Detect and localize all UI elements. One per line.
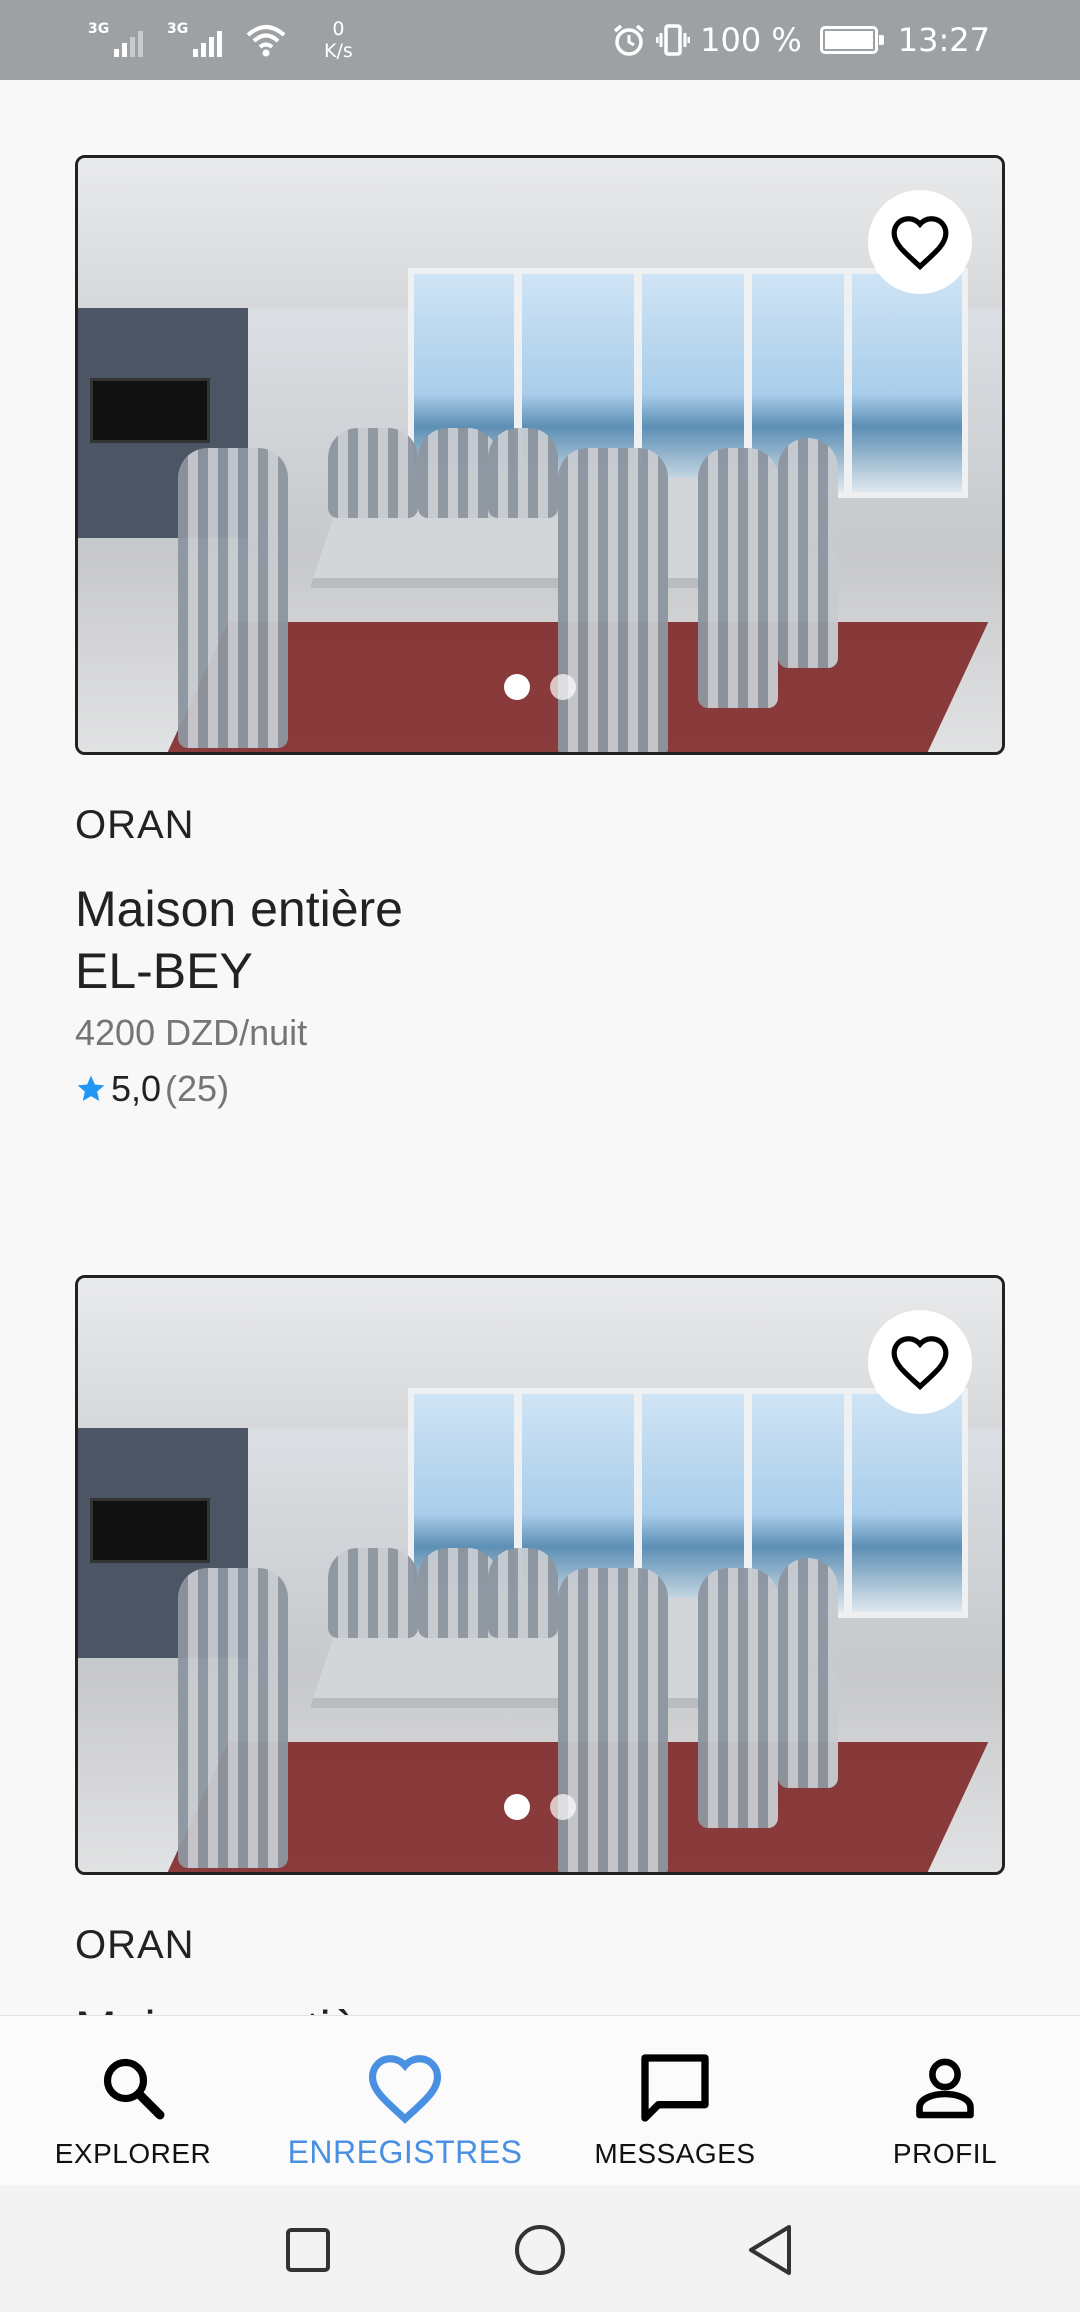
- person-icon: [916, 2058, 974, 2119]
- network-type-1: 3G: [88, 21, 110, 37]
- heart-icon: [368, 2055, 442, 2124]
- listing-photo[interactable]: [75, 1275, 1005, 1875]
- photo-pager: [78, 1794, 1002, 1820]
- pager-dot[interactable]: [550, 1794, 576, 1820]
- photo-pager: [78, 674, 1002, 700]
- listing-title[interactable]: Maison entière EL-BEY: [75, 878, 1005, 1002]
- status-bar: 3G 3G 0 K/s 100 % 13:27: [0, 0, 1080, 80]
- bottom-navigation: EXPLORER ENREGISTRES MESSAGES PROFIL: [0, 2015, 1080, 2185]
- heart-icon: [891, 216, 949, 271]
- recent-apps-button[interactable]: [273, 2215, 343, 2285]
- back-button[interactable]: [735, 2215, 805, 2285]
- wifi-icon: [246, 25, 286, 57]
- heart-icon: [891, 1336, 949, 1391]
- triangle-back-icon: [749, 2225, 791, 2275]
- nav-profil-label: PROFIL: [892, 2138, 998, 2169]
- star-icon: [77, 1075, 105, 1101]
- favorite-button[interactable]: [868, 1310, 972, 1414]
- network-type-2: 3G: [167, 21, 189, 37]
- pager-dot-active[interactable]: [504, 1794, 530, 1820]
- signal-2-icon: 3G: [167, 21, 222, 57]
- rating-value: 5,0: [111, 1068, 162, 1109]
- vibrate-icon: [656, 24, 691, 56]
- listing-photo[interactable]: [75, 155, 1005, 755]
- nav-profil[interactable]: PROFIL: [845, 2016, 1045, 2186]
- favorite-button[interactable]: [868, 190, 972, 294]
- listing-card[interactable]: ORAN Maison entière: [75, 1275, 1005, 2060]
- speed-value: 0: [332, 18, 345, 40]
- listing-city: ORAN: [75, 1923, 195, 1967]
- clock: 13:27: [897, 21, 990, 59]
- speed-unit: K/s: [324, 40, 353, 62]
- pager-dot-active[interactable]: [504, 674, 530, 700]
- nav-explorer[interactable]: EXPLORER: [33, 2016, 233, 2186]
- nav-enregistres[interactable]: ENREGISTRES: [288, 2016, 522, 2186]
- search-icon: [103, 2058, 165, 2120]
- listing-price: 4200 DZD/nuit: [75, 1012, 308, 1053]
- battery-icon: [819, 26, 884, 54]
- listing-title-line2: EL-BEY: [75, 943, 253, 999]
- network-speed: 0 K/s: [324, 18, 353, 62]
- system-navigation-bar: [0, 2185, 1080, 2312]
- review-count: (25): [165, 1068, 230, 1109]
- alarm-icon: [614, 24, 645, 56]
- pager-dot[interactable]: [550, 674, 576, 700]
- nav-messages-label: MESSAGES: [594, 2138, 756, 2169]
- signal-1-icon: 3G: [88, 21, 143, 57]
- nav-explorer-label: EXPLORER: [54, 2138, 212, 2169]
- nav-messages[interactable]: MESSAGES: [575, 2016, 775, 2186]
- listing-rating: 5,0 (25): [75, 1068, 1005, 1110]
- listing-card[interactable]: ORAN Maison entière EL-BEY 4200 DZD/nuit…: [75, 155, 1005, 1110]
- chat-icon: [641, 2054, 709, 2122]
- home-button[interactable]: [505, 2215, 575, 2285]
- battery-level: 100 %: [700, 21, 802, 59]
- nav-enregistres-label: ENREGISTRES: [287, 2134, 523, 2170]
- circle-icon: [515, 2225, 565, 2275]
- listing-city: ORAN: [75, 803, 195, 847]
- square-icon: [286, 2228, 330, 2272]
- listing-title-line1: Maison entière: [75, 881, 403, 937]
